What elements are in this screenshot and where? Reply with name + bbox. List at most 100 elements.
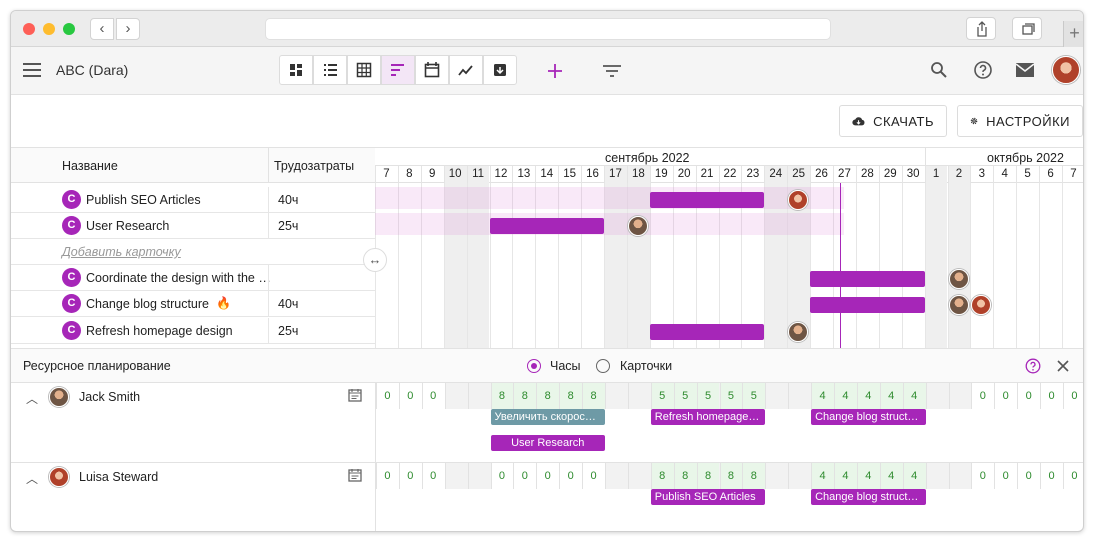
new-tab-button[interactable]: + (1063, 21, 1083, 47)
table-row[interactable]: C Publish SEO Articles 40ч (11, 187, 375, 213)
close-window-button[interactable] (23, 23, 35, 35)
day-header: 29 (883, 168, 897, 180)
hours-radio-label[interactable]: Часы (550, 359, 581, 373)
minimize-window-button[interactable] (43, 23, 55, 35)
column-name-header[interactable]: Название (62, 159, 118, 173)
table-row[interactable]: C User Research 25ч (11, 213, 375, 239)
assigned-card-chip[interactable]: Увеличить скорос… (490, 409, 605, 425)
forward-button[interactable]: › (116, 18, 140, 40)
assignee-avatar[interactable] (971, 295, 992, 316)
grid-line (1062, 183, 1063, 348)
resource-person-row: ︿ Jack Smith 0 0 0 8 8 8 8 8 5 5 5 5 5 4 4 4 4 4 0 0 0 0 0 Увелич… (11, 383, 1083, 463)
view-chart-button[interactable] (449, 55, 483, 85)
hours-value: 0 (544, 470, 551, 482)
timeline-icon (391, 64, 404, 76)
day-divider (535, 166, 537, 183)
task-name[interactable]: Publish SEO Articles (86, 193, 201, 207)
gantt-task-bar[interactable] (489, 218, 604, 235)
cloud-download-icon (852, 117, 865, 126)
view-archive-button[interactable] (483, 55, 517, 85)
view-table-button[interactable] (347, 55, 381, 85)
gantt-task-bar[interactable] (810, 270, 925, 287)
assigned-card-chip[interactable]: Refresh homepage … (650, 409, 766, 425)
gantt-task-bar[interactable] (810, 297, 925, 314)
hours-value: 0 (1071, 470, 1078, 482)
column-effort-header[interactable]: Трудозатраты (274, 159, 354, 173)
task-name[interactable]: Coordinate the design with the … (86, 271, 271, 285)
cards-radio-label[interactable]: Карточки (620, 359, 672, 373)
table-row[interactable]: C Refresh homepage design 25ч (11, 318, 375, 344)
help-icon[interactable] (1025, 358, 1041, 374)
gantt-task-bar[interactable] (649, 192, 765, 208)
person-avatar (49, 467, 69, 487)
assignee-avatar[interactable] (788, 321, 809, 342)
share-icon (977, 21, 987, 37)
card-type-badge: C (62, 268, 81, 287)
assigned-card-chip[interactable]: Change blog struct… (811, 489, 926, 505)
plus-icon[interactable] (546, 62, 564, 80)
day-header: 21 (700, 168, 714, 180)
day-divider (604, 166, 605, 183)
assigned-card-chip[interactable]: Publish SEO Articles (650, 489, 766, 505)
hours-value: 8 (704, 470, 712, 482)
assigned-card-chip[interactable]: Change blog struct… (811, 409, 926, 425)
mail-icon[interactable] (1015, 62, 1035, 78)
table-row[interactable]: C Coordinate the design with the … (11, 265, 375, 291)
cards-radio[interactable] (596, 359, 610, 373)
share-button[interactable] (966, 17, 996, 40)
add-card-link[interactable]: Добавить карточку (62, 245, 181, 259)
grid-line (467, 383, 469, 409)
back-button[interactable]: ‹ (90, 18, 114, 40)
menu-icon[interactable] (23, 63, 41, 77)
resize-handle[interactable]: ↔ (363, 248, 387, 272)
task-name[interactable]: Change blog structure (86, 297, 209, 311)
card-type-badge: C (62, 321, 81, 340)
help-icon[interactable] (973, 60, 993, 80)
address-bar[interactable] (265, 18, 831, 40)
view-timeline-button[interactable] (381, 55, 415, 85)
task-name[interactable]: Refresh homepage design (86, 324, 233, 338)
task-name[interactable]: User Research (86, 219, 169, 233)
view-board-button[interactable] (279, 55, 313, 85)
day-divider (833, 166, 834, 183)
month-september: сентябрь 2022 (605, 151, 690, 165)
settings-button[interactable]: НАСТРОЙКИ (957, 105, 1083, 137)
filter-icon[interactable] (602, 64, 622, 78)
day-header: 5 (1024, 168, 1031, 180)
browser-window: ‹ › + ABC (Dara) СКАЧАТЬ НАСТРОЙКИ Назва… (10, 10, 1084, 532)
calendar-icon[interactable] (348, 388, 362, 405)
view-calendar-button[interactable] (415, 55, 449, 85)
person-name: Jack Smith (79, 390, 141, 404)
close-icon[interactable] (1057, 360, 1069, 372)
grid-line (605, 383, 606, 409)
chevron-up-icon[interactable]: ︿ (26, 470, 38, 487)
gantt-task-bar[interactable] (649, 323, 765, 340)
hours-value: 4 (888, 390, 895, 402)
search-icon[interactable] (930, 61, 948, 79)
calendar-icon[interactable] (348, 468, 362, 485)
grid-line (788, 383, 790, 409)
assignee-avatar[interactable] (948, 295, 969, 316)
day-header: 1 (932, 168, 940, 180)
person-name: Luisa Steward (79, 470, 159, 484)
day-divider (397, 166, 399, 183)
assigned-card-chip[interactable]: User Research (490, 435, 605, 451)
tabs-overview-button[interactable] (1012, 17, 1042, 40)
chart-icon (458, 65, 473, 76)
day-divider (466, 166, 468, 183)
assignee-avatar[interactable] (948, 268, 969, 289)
day-header: 30 (906, 168, 920, 180)
hours-radio[interactable] (527, 359, 541, 373)
zoom-window-button[interactable] (63, 23, 75, 35)
chevron-up-icon[interactable]: ︿ (26, 390, 38, 407)
grid-line (878, 183, 880, 348)
hours-value: 8 (498, 390, 505, 402)
hours-value: 0 (498, 470, 505, 482)
table-row[interactable]: C Change blog structure 🔥 40ч (11, 291, 375, 317)
grid-line (788, 463, 790, 489)
view-list-button[interactable] (313, 55, 347, 85)
day-divider (443, 166, 445, 183)
download-button[interactable]: СКАЧАТЬ (839, 105, 947, 137)
tabs-icon (1022, 23, 1035, 35)
user-avatar[interactable] (1052, 56, 1080, 84)
